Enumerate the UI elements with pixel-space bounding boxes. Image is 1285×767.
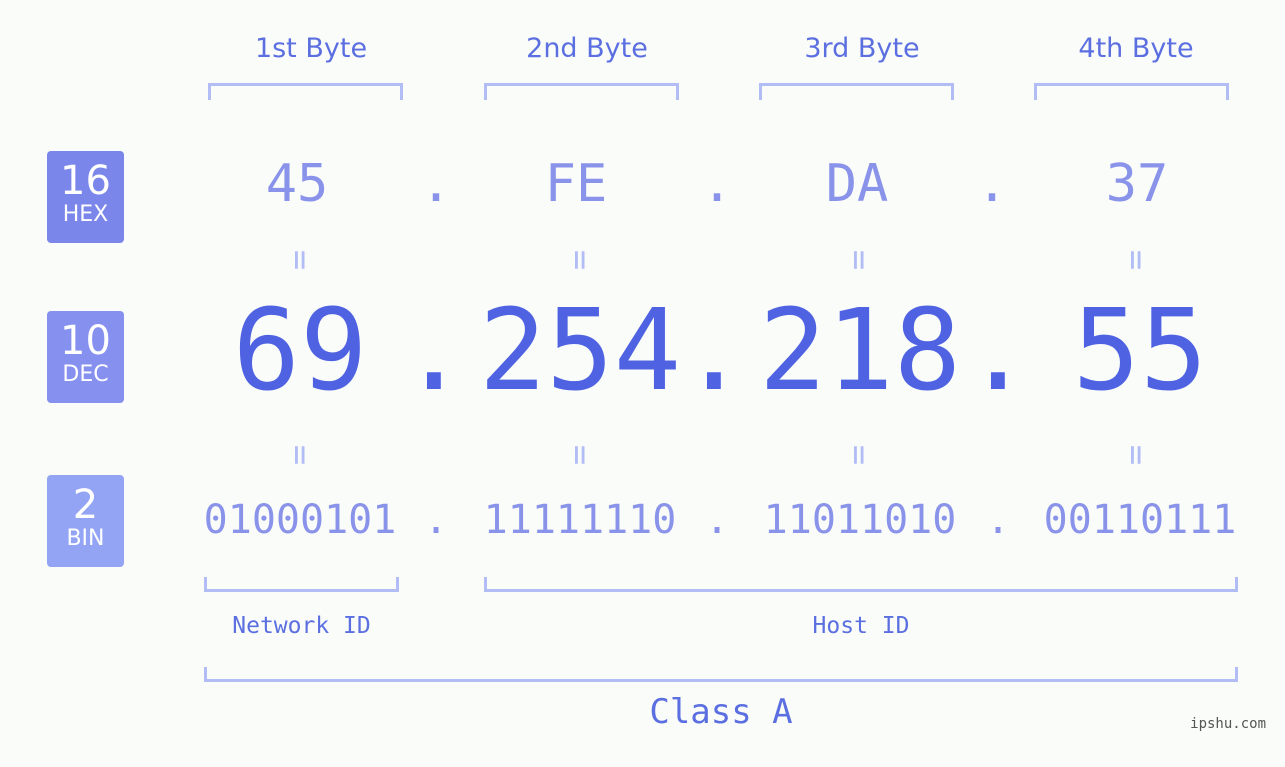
- equals-dec-bin-1: =: [280, 444, 320, 466]
- dec-label: DEC: [62, 362, 109, 387]
- hex-label: HEX: [62, 202, 109, 227]
- equals-dec-bin-2: =: [560, 444, 600, 466]
- byte-bracket-2: [484, 83, 679, 100]
- bin-dot-2: .: [704, 497, 730, 543]
- equals-hex-dec-4: =: [1116, 249, 1156, 271]
- byte-bracket-4: [1034, 83, 1229, 100]
- bin-label: BIN: [66, 526, 105, 551]
- byte-header-2: 2nd Byte: [526, 33, 648, 64]
- hex-badge: 16 HEX: [47, 151, 124, 243]
- equals-hex-dec-1: =: [280, 249, 320, 271]
- bin-dot-1: .: [423, 497, 449, 543]
- host-id-bracket: [484, 577, 1238, 592]
- bin-base: 2: [72, 482, 99, 528]
- equals-dec-bin-4: =: [1116, 444, 1156, 466]
- byte-bracket-3: [759, 83, 954, 100]
- host-id-label: Host ID: [812, 613, 910, 639]
- dec-dot-1: .: [400, 286, 468, 416]
- bin-dot-3: .: [985, 497, 1011, 543]
- hex-base: 16: [60, 158, 111, 204]
- network-id-bracket: [204, 577, 399, 592]
- equals-dec-bin-3: =: [839, 444, 879, 466]
- byte-header-4: 4th Byte: [1078, 33, 1194, 64]
- class-label: Class A: [649, 692, 793, 732]
- hex-dot-3: .: [976, 154, 1008, 214]
- bin-badge: 2 BIN: [47, 475, 124, 567]
- dec-badge: 10 DEC: [47, 311, 124, 403]
- byte-header-3: 3rd Byte: [804, 33, 920, 64]
- byte-bracket-1: [208, 83, 403, 100]
- equals-hex-dec-3: =: [839, 249, 879, 271]
- equals-hex-dec-2: =: [560, 249, 600, 271]
- byte-header-1: 1st Byte: [254, 33, 368, 64]
- dec-base: 10: [60, 318, 111, 364]
- dec-dot-3: .: [964, 286, 1032, 416]
- network-id-label: Network ID: [232, 613, 371, 639]
- class-bracket: [204, 667, 1238, 682]
- hex-dot-2: .: [701, 154, 733, 214]
- watermark: ipshu.com: [1190, 716, 1266, 732]
- hex-dot-1: .: [420, 154, 452, 214]
- dec-dot-2: .: [680, 286, 748, 416]
